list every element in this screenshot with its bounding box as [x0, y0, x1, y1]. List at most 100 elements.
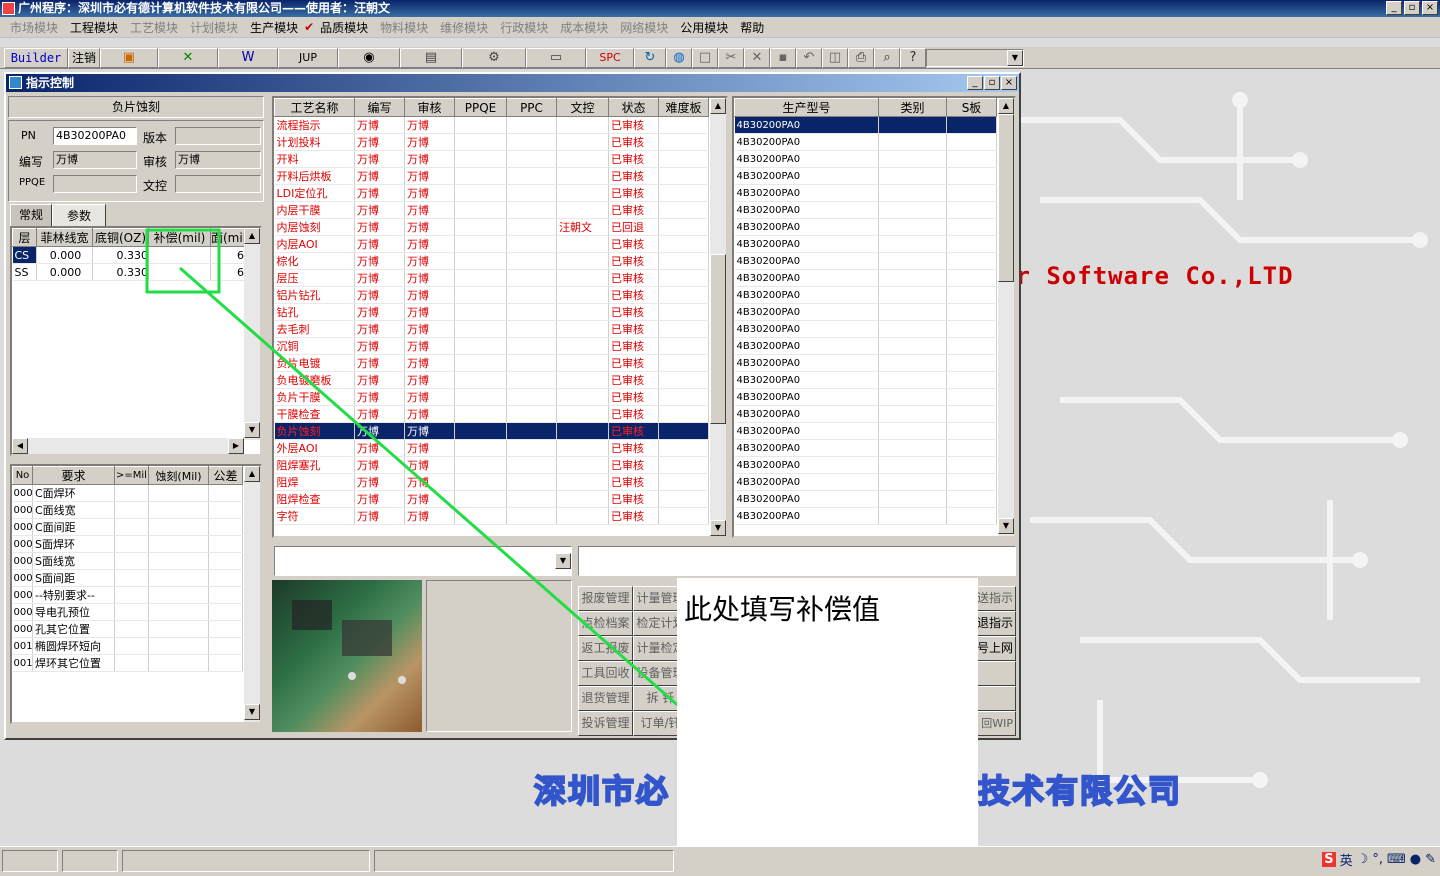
- table-cell[interactable]: 万博: [354, 116, 405, 134]
- table-cell[interactable]: 万博: [354, 286, 405, 304]
- table-cell[interactable]: [208, 637, 243, 655]
- table-cell[interactable]: [878, 405, 947, 423]
- table-row[interactable]: 钻孔 万博 万博 已审核: [274, 303, 709, 321]
- table-cell[interactable]: 去毛刺: [274, 320, 355, 338]
- table-cell[interactable]: [556, 184, 609, 202]
- table-cell[interactable]: [556, 303, 609, 321]
- punctuation-icon[interactable]: °,: [1372, 852, 1383, 867]
- table-row[interactable]: 阻焊检查 万博 万博 已审核: [274, 490, 709, 508]
- table-cell[interactable]: 已审核: [608, 150, 659, 168]
- table-row[interactable]: 001 椭圆焊环短向: [12, 637, 243, 655]
- table-cell[interactable]: [946, 320, 997, 338]
- table-cell[interactable]: 0.000: [36, 246, 93, 264]
- scroll-down-icon[interactable]: ▼: [244, 704, 260, 720]
- table-cell[interactable]: 已审核: [608, 252, 659, 270]
- table-cell[interactable]: [148, 518, 209, 536]
- moon-icon[interactable]: ☽: [1357, 852, 1369, 867]
- table-cell[interactable]: 万博: [404, 473, 455, 491]
- table-cell[interactable]: [454, 507, 507, 525]
- table-cell[interactable]: 万博: [354, 269, 405, 287]
- spc-button[interactable]: SPC: [586, 47, 634, 68]
- table-cell[interactable]: 已审核: [608, 235, 659, 253]
- table-cell[interactable]: 内层AOI: [274, 235, 355, 253]
- delete-icon[interactable]: ✕: [744, 47, 770, 68]
- table-cell[interactable]: [556, 167, 609, 185]
- table-cell[interactable]: [556, 133, 609, 151]
- gears-icon[interactable]: ⚙: [462, 47, 526, 68]
- table-cell[interactable]: 000: [12, 552, 33, 570]
- table-cell[interactable]: [946, 303, 997, 321]
- table-cell[interactable]: 万博: [354, 405, 405, 423]
- table-cell[interactable]: [878, 218, 947, 236]
- table-cell[interactable]: [208, 501, 243, 519]
- table-cell[interactable]: --特别要求--: [32, 586, 115, 604]
- table-row[interactable]: 内层干膜 万博 万博 已审核: [274, 201, 709, 219]
- table-cell[interactable]: [946, 388, 997, 406]
- table-cell[interactable]: 万博: [404, 422, 455, 440]
- table-cell[interactable]: 万博: [404, 116, 455, 134]
- table-cell[interactable]: [946, 201, 997, 219]
- table-cell[interactable]: [114, 654, 149, 672]
- table-cell[interactable]: 已审核: [608, 507, 659, 525]
- layer-col-compensation[interactable]: 补偿(mil): [148, 228, 211, 247]
- table-cell[interactable]: [454, 473, 507, 491]
- table-cell[interactable]: LDI定位孔: [274, 184, 355, 202]
- table-cell[interactable]: 万博: [404, 320, 455, 338]
- table-cell[interactable]: [878, 116, 947, 134]
- table-cell[interactable]: CS: [12, 246, 37, 264]
- table-cell[interactable]: [946, 116, 997, 134]
- table-cell[interactable]: 已审核: [608, 405, 659, 423]
- table-cell[interactable]: [556, 116, 609, 134]
- table-cell[interactable]: 内层蚀刻: [274, 218, 355, 236]
- table-cell[interactable]: 已审核: [608, 116, 659, 134]
- table-cell[interactable]: [556, 473, 609, 491]
- save-icon[interactable]: ▪: [770, 47, 796, 68]
- table-row[interactable]: 阻焊塞孔 万博 万博 已审核: [274, 456, 709, 474]
- table-cell[interactable]: 万博: [404, 490, 455, 508]
- table-cell[interactable]: [454, 490, 507, 508]
- table-cell[interactable]: [658, 320, 709, 338]
- table-cell[interactable]: 4B30200PA0: [734, 167, 879, 185]
- table-row[interactable]: 000 C面线宽: [12, 501, 243, 519]
- table-cell[interactable]: 4B30200PA0: [734, 201, 879, 219]
- table-cell[interactable]: [946, 422, 997, 440]
- ppqe-field[interactable]: [53, 175, 137, 193]
- table-cell[interactable]: 焊环其它位置: [32, 654, 115, 672]
- return-instruction-button[interactable]: 退指示: [972, 611, 1016, 636]
- table-cell[interactable]: [114, 535, 149, 553]
- table-cell[interactable]: 万博: [404, 507, 455, 525]
- table-cell[interactable]: 已审核: [608, 184, 659, 202]
- table-cell[interactable]: [878, 201, 947, 219]
- layer-col-face[interactable]: 面(mil: [210, 228, 245, 247]
- table-cell[interactable]: [454, 218, 507, 236]
- table-cell[interactable]: [878, 133, 947, 151]
- table-cell[interactable]: [454, 354, 507, 372]
- table-cell[interactable]: [658, 473, 709, 491]
- table-cell[interactable]: 万博: [354, 439, 405, 457]
- table-cell[interactable]: [506, 150, 557, 168]
- table-cell[interactable]: [114, 620, 149, 638]
- eye-icon[interactable]: ◉: [338, 47, 400, 68]
- child-close-button[interactable]: ×: [1001, 76, 1017, 90]
- table-cell[interactable]: [506, 116, 557, 134]
- table-cell[interactable]: 6: [210, 246, 245, 264]
- model-col-code[interactable]: 生产型号: [734, 98, 879, 117]
- table-cell[interactable]: [454, 371, 507, 389]
- print-icon[interactable]: ⎙: [848, 47, 874, 68]
- table-cell[interactable]: [878, 252, 947, 270]
- table-cell[interactable]: 万博: [404, 286, 455, 304]
- proc-col-author[interactable]: 编写: [354, 98, 405, 117]
- table-row[interactable]: 内层蚀刻 万博 万博 汪朝文 已回退: [274, 218, 709, 236]
- table-cell[interactable]: [878, 456, 947, 474]
- table-cell[interactable]: [946, 150, 997, 168]
- table-cell[interactable]: 4B30200PA0: [734, 320, 879, 338]
- table-row[interactable]: 4B30200PA0: [734, 116, 997, 134]
- table-cell[interactable]: C面焊环: [32, 484, 115, 502]
- table-cell[interactable]: 万博: [404, 184, 455, 202]
- menu-help[interactable]: 帮助: [734, 19, 770, 36]
- table-cell[interactable]: [658, 422, 709, 440]
- table-cell[interactable]: [506, 184, 557, 202]
- chevron-down-icon[interactable]: ▼: [1007, 49, 1023, 66]
- table-cell[interactable]: 000: [12, 603, 33, 621]
- table-cell[interactable]: 万博: [354, 354, 405, 372]
